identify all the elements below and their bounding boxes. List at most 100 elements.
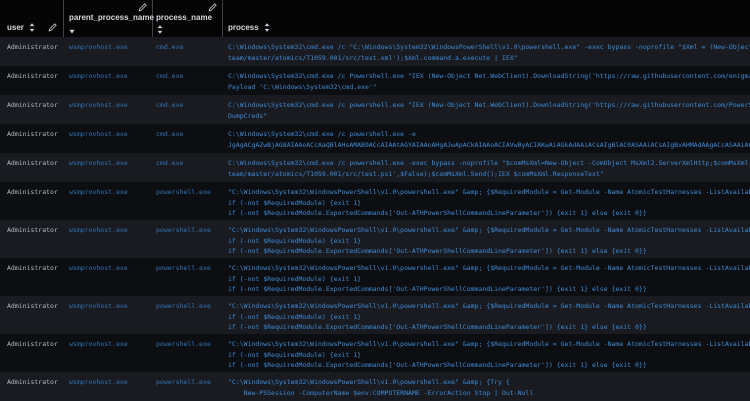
cell-parent-process-name: wsmprovhost.exe	[69, 188, 128, 196]
cell-process: C:\Windows\System32\cmd.exe /c powershel…	[223, 153, 750, 182]
cell-parent-process-name: wsmprovhost.exe	[69, 226, 128, 234]
process-command-line: C:\Windows\System32\cmd.exe /c powershel…	[228, 101, 750, 109]
table-row: Administrator wsmprovhost.exe powershell…	[0, 296, 750, 334]
process-command-line: C:\Windows\System32\cmd.exe /c "C:\Windo…	[228, 43, 750, 51]
process-command-line: "C:\Windows\System32\WindowsPowerShell\v…	[228, 226, 750, 234]
cell-process-name: cmd.exe	[156, 72, 184, 80]
cell-user: Administrator	[7, 302, 58, 310]
process-command-line: team/master/atomics/T1059.001/src/test.x…	[228, 53, 518, 62]
cell-process-name: powershell.exe	[156, 340, 211, 348]
cell-process: C:\Windows\System32\cmd.exe /c "C:\Windo…	[223, 37, 750, 66]
cell-parent-process-name: wsmprovhost.exe	[69, 72, 128, 80]
column-label-process: process	[228, 23, 259, 32]
column-label-user: user	[7, 23, 24, 32]
process-command-line: Payload 'C:\Windows\System32\cmd.exe'"	[228, 82, 377, 91]
cell-parent-process-name: wsmprovhost.exe	[69, 378, 128, 386]
table-row: Administrator wsmprovhost.exe powershell…	[0, 372, 750, 401]
table-row: Administrator wsmprovhost.exe cmd.exe C:…	[0, 37, 750, 66]
pencil-icon[interactable]	[138, 3, 147, 12]
process-command-line: C:\Windows\System32\cmd.exe /c Powershel…	[228, 72, 750, 80]
cell-process-name: cmd.exe	[156, 101, 184, 109]
cell-parent-process-name: wsmprovhost.exe	[69, 302, 128, 310]
process-events-table: user parent_process_name process_name pr…	[0, 0, 750, 401]
sort-asc-desc-icon[interactable]	[157, 25, 163, 34]
cell-user: Administrator	[7, 188, 58, 196]
cell-parent-process-name: wsmprovhost.exe	[69, 159, 128, 167]
cell-user: Administrator	[7, 340, 58, 348]
cell-process: C:\Windows\System32\cmd.exe /c Powershel…	[223, 66, 750, 95]
process-command-line: if (-not $RequiredModule.ExportedCommand…	[228, 247, 647, 255]
process-command-line: if (-not $RequiredModule.ExportedCommand…	[228, 209, 647, 217]
process-command-line: if (-not $RequiredModule.ExportedCommand…	[228, 285, 647, 293]
process-command-line: "C:\Windows\System32\WindowsPowerShell\v…	[228, 302, 750, 310]
cell-process: "C:\Windows\System32\WindowsPowerShell\v…	[223, 372, 750, 401]
cell-process: "C:\Windows\System32\WindowsPowerShell\v…	[223, 220, 750, 258]
pencil-icon[interactable]	[48, 23, 57, 32]
process-command-line: if (-not $RequiredModule.ExportedCommand…	[228, 361, 647, 369]
table-header: user parent_process_name process_name pr…	[0, 0, 750, 37]
cell-parent-process-name: wsmprovhost.exe	[69, 101, 128, 109]
cell-process: C:\Windows\System32\cmd.exe /c powershel…	[223, 124, 750, 153]
table-row: Administrator wsmprovhost.exe cmd.exe C:…	[0, 66, 750, 95]
cell-user: Administrator	[7, 43, 58, 51]
cell-process-name: cmd.exe	[156, 159, 184, 167]
cell-process-name: cmd.exe	[156, 130, 184, 138]
process-command-line: JgAgACgAZwBjAG8AIAAoACcAaQBlAHsAMAB9ACcA…	[228, 140, 750, 149]
cell-user: Administrator	[7, 130, 58, 138]
sort-desc-icon[interactable]	[69, 29, 75, 34]
table-row: Administrator wsmprovhost.exe powershell…	[0, 334, 750, 372]
cell-process: "C:\Windows\System32\WindowsPowerShell\v…	[223, 296, 750, 334]
process-command-line: if (-not $RequiredModule) {exit 1}	[228, 198, 362, 207]
table-row: Administrator wsmprovhost.exe cmd.exe C:…	[0, 124, 750, 153]
column-header-user[interactable]: user	[0, 0, 64, 37]
table-body: Administrator wsmprovhost.exe cmd.exe C:…	[0, 37, 750, 401]
cell-user: Administrator	[7, 226, 58, 234]
process-command-line: if (-not $RequiredModule.ExportedCommand…	[228, 323, 647, 331]
column-header-process-name[interactable]: process_name	[153, 0, 223, 37]
cell-user: Administrator	[7, 264, 58, 272]
sort-asc-desc-icon[interactable]	[29, 23, 35, 32]
cell-user: Administrator	[7, 378, 58, 386]
process-command-line: "C:\Windows\System32\WindowsPowerShell\v…	[228, 340, 750, 348]
process-command-line: New-PSSession -ComputerName $env:COMPUTE…	[228, 388, 534, 397]
cell-process-name: powershell.exe	[156, 226, 211, 234]
cell-user: Administrator	[7, 159, 58, 167]
cell-process-name: powershell.exe	[156, 378, 211, 386]
process-command-line: C:\Windows\System32\cmd.exe /c powershel…	[228, 159, 750, 167]
column-label-process-name: process_name	[156, 13, 213, 22]
cell-process-name: powershell.exe	[156, 302, 211, 310]
process-command-line: if (-not $RequiredModule) {exit 1}	[228, 236, 362, 245]
cell-process-name: powershell.exe	[156, 264, 211, 272]
cell-parent-process-name: wsmprovhost.exe	[69, 43, 128, 51]
table-row: Administrator wsmprovhost.exe cmd.exe C:…	[0, 153, 750, 182]
process-command-line: if (-not $RequiredModule) {exit 1}	[228, 274, 362, 283]
column-label-parent-process-name: parent_process_name	[69, 13, 154, 22]
process-command-line: "C:\Windows\System32\WindowsPowerShell\v…	[228, 264, 750, 272]
cell-user: Administrator	[7, 101, 58, 109]
pencil-icon[interactable]	[208, 3, 217, 12]
process-command-line: if (-not $RequiredModule) {exit 1}	[228, 312, 362, 321]
column-header-process[interactable]: process	[223, 0, 750, 37]
cell-parent-process-name: wsmprovhost.exe	[69, 130, 128, 138]
process-command-line: team/master/atomics/T1059.001/src/test.p…	[228, 169, 604, 178]
cell-process: "C:\Windows\System32\WindowsPowerShell\v…	[223, 182, 750, 220]
table-row: Administrator wsmprovhost.exe cmd.exe C:…	[0, 95, 750, 124]
process-command-line: if (-not $RequiredModule) {exit 1}	[228, 350, 362, 359]
table-row: Administrator wsmprovhost.exe powershell…	[0, 258, 750, 296]
cell-process: C:\Windows\System32\cmd.exe /c powershel…	[223, 95, 750, 124]
process-command-line: "C:\Windows\System32\WindowsPowerShell\v…	[228, 378, 510, 386]
column-header-parent-process-name[interactable]: parent_process_name	[64, 0, 154, 37]
process-command-line: "C:\Windows\System32\WindowsPowerShell\v…	[228, 188, 750, 196]
process-command-line: C:\Windows\System32\cmd.exe /c powershel…	[228, 130, 416, 138]
table-row: Administrator wsmprovhost.exe powershell…	[0, 220, 750, 258]
cell-parent-process-name: wsmprovhost.exe	[69, 264, 128, 272]
process-command-line: DumpCreds"	[228, 111, 268, 120]
sort-asc-desc-icon[interactable]	[264, 23, 270, 32]
cell-process-name: cmd.exe	[156, 43, 184, 51]
cell-user: Administrator	[7, 72, 58, 80]
cell-process-name: powershell.exe	[156, 188, 211, 196]
cell-process: "C:\Windows\System32\WindowsPowerShell\v…	[223, 334, 750, 372]
table-row: Administrator wsmprovhost.exe powershell…	[0, 182, 750, 220]
cell-process: "C:\Windows\System32\WindowsPowerShell\v…	[223, 258, 750, 296]
cell-parent-process-name: wsmprovhost.exe	[69, 340, 128, 348]
